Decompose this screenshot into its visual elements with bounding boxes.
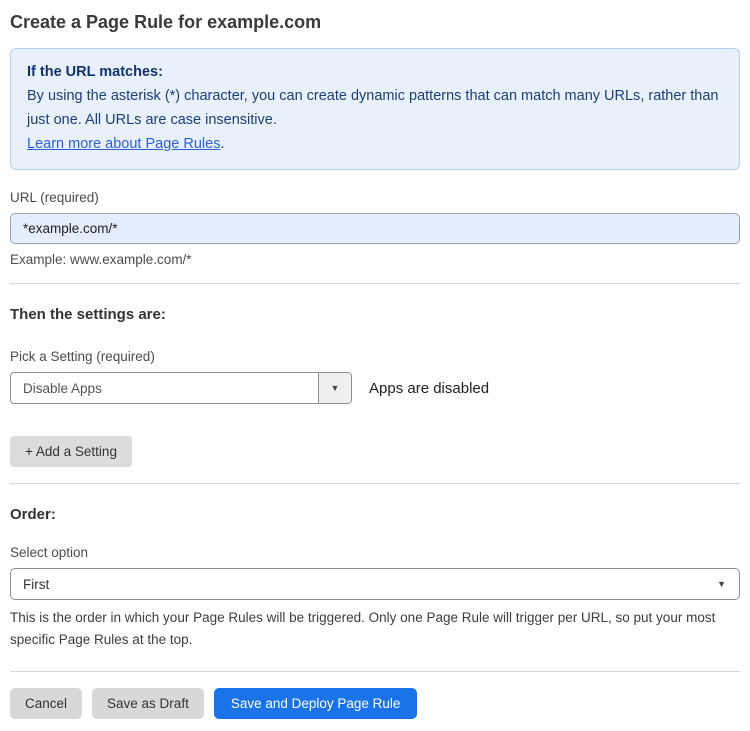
create-page-rule-form: Create a Page Rule for example.com If th… [0,0,750,731]
caret-down-icon: ▼ [717,579,726,589]
url-match-info-callout: If the URL matches: By using the asteris… [10,48,740,170]
save-and-deploy-button[interactable]: Save and Deploy Page Rule [213,688,418,719]
page-title: Create a Page Rule for example.com [10,12,322,32]
save-as-draft-button[interactable]: Save as Draft [92,688,204,719]
info-callout-link-line: Learn more about Page Rules. [27,132,723,156]
order-help-text: This is the order in which your Page Rul… [10,610,716,647]
info-callout-heading: If the URL matches: [27,64,163,80]
select-option-label: Select option [10,545,89,560]
info-callout-body: By using the asterisk (*) character, you… [27,88,719,128]
link-suffix-period: . [220,136,225,152]
cancel-button[interactable]: Cancel [10,688,83,719]
setting-dropdown-value: Disable Apps [23,380,102,396]
divider [10,283,740,284]
divider [10,671,740,672]
dropdown-arrow-icon[interactable]: ▼ [318,373,351,403]
add-setting-button[interactable]: + Add a Setting [10,436,132,467]
pick-setting-label: Pick a Setting (required) [10,349,155,364]
order-section-heading: Order: [10,506,56,523]
url-example-hint: Example: www.example.com/* [10,252,192,267]
url-input[interactable] [10,213,740,244]
setting-row: Disable Apps ▼ Apps are disabled [10,372,740,404]
setting-dropdown[interactable]: Disable Apps ▼ [10,372,352,404]
order-select[interactable]: First ▼ [10,568,740,600]
divider [10,483,740,484]
url-field-label: URL (required) [10,190,99,205]
setting-status-text: Apps are disabled [369,379,490,397]
settings-section-heading: Then the settings are: [10,306,166,323]
footer-actions: Cancel Save as Draft Save and Deploy Pag… [10,688,740,719]
learn-more-link[interactable]: Learn more about Page Rules [27,136,220,152]
order-select-value: First [23,576,50,592]
